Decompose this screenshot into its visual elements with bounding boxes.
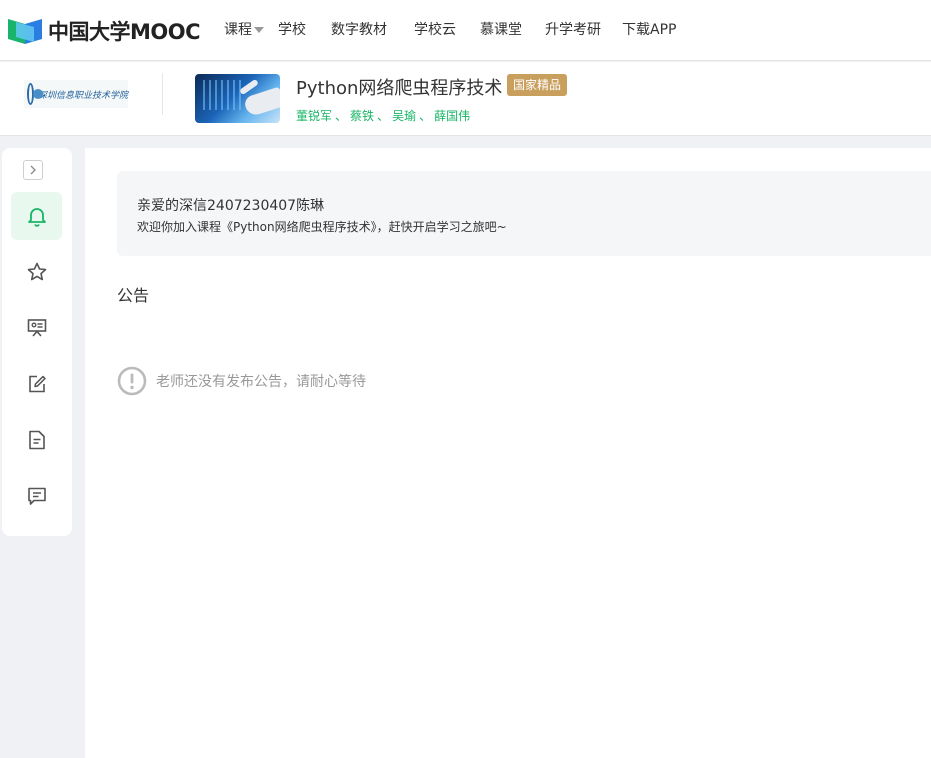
main-content: 亲爱的深信2407230407陈琳 欢迎你加入课程《Python网络爬虫程序技术… <box>85 148 931 758</box>
message-icon <box>27 487 46 505</box>
nav-item-label: 升学考研 <box>545 22 601 38</box>
teacher-link[interactable]: 吴瑜 <box>392 109 416 123</box>
thumbnail-hand <box>242 86 280 118</box>
section-title-announcements: 公告 <box>117 286 150 305</box>
presentation-icon <box>27 319 46 337</box>
sidebar-item-announcements[interactable] <box>11 192 62 240</box>
nav-item-label: 学校 <box>278 22 306 38</box>
edit-icon <box>28 375 46 393</box>
nav-item-graduate-exam[interactable]: 升学考研 <box>545 19 622 39</box>
expand-sidebar-button[interactable] <box>23 160 43 180</box>
exclamation-circle-icon <box>117 366 147 396</box>
nav-item-digital-textbooks[interactable]: 数字教材 <box>331 19 414 39</box>
logo-text: 中国大学MOOC <box>48 20 201 44</box>
empty-state-text: 老师还没有发布公告，请耐心等待 <box>156 374 366 390</box>
welcome-message: 欢迎你加入课程《Python网络爬虫程序技术》，赶快开启学习之旅吧~ <box>137 220 507 234</box>
header-divider <box>162 73 163 115</box>
chevron-right-icon <box>30 165 36 175</box>
teacher-link[interactable]: 薛国伟 <box>434 109 470 123</box>
sidebar-item-discussion[interactable] <box>11 472 62 520</box>
star-icon <box>27 262 46 281</box>
nav-item-courses[interactable]: 课程 <box>224 19 278 39</box>
bell-icon <box>27 208 46 227</box>
teacher-separator: 、 <box>335 109 348 123</box>
teacher-list: 董锐军、蔡铁、吴瑜、薛国伟 <box>296 107 470 124</box>
welcome-card: 亲爱的深信2407230407陈琳 欢迎你加入课程《Python网络爬虫程序技术… <box>117 171 931 256</box>
nav-menu: 课程 学校 数字教材 学校云 慕课堂 升学考研 下载APP <box>224 19 676 39</box>
sidebar-item-courseware[interactable] <box>11 304 62 352</box>
national-quality-badge: 国家精品 <box>507 74 568 96</box>
nav-item-label: 下载APP <box>622 22 677 38</box>
nav-item-schools[interactable]: 学校 <box>278 19 331 39</box>
sidebar-item-favorites[interactable] <box>11 248 62 296</box>
sidebar-item-tests[interactable] <box>11 360 62 408</box>
mooc-logo-icon <box>8 19 42 44</box>
thumbnail-pattern <box>203 80 241 110</box>
nav-item-download-app[interactable]: 下载APP <box>622 19 676 39</box>
teacher-separator: 、 <box>377 109 390 123</box>
nav-item-label: 学校云 <box>414 22 456 38</box>
top-navigation: 中国大学MOOC 课程 学校 数字教材 学校云 慕课堂 升学考研 下载APP <box>0 0 931 61</box>
course-sidebar <box>2 148 72 536</box>
nav-item-school-cloud[interactable]: 学校云 <box>414 19 480 39</box>
nav-item-label: 课程 <box>224 22 252 38</box>
course-header: 深圳信息职业技术学院 Python网络爬虫程序技术 国家精品 董锐军、蔡铁、吴瑜… <box>0 62 931 136</box>
welcome-greeting: 亲爱的深信2407230407陈琳 <box>137 198 325 214</box>
teacher-link[interactable]: 董锐军 <box>296 109 332 123</box>
nav-item-label: 慕课堂 <box>480 22 522 38</box>
course-thumbnail[interactable] <box>195 74 280 123</box>
empty-state: 老师还没有发布公告，请耐心等待 <box>117 366 366 396</box>
nav-item-mooc-classroom[interactable]: 慕课堂 <box>480 19 545 39</box>
caret-down-icon <box>254 27 264 33</box>
nav-item-label: 数字教材 <box>331 22 387 38</box>
sidebar-item-exams[interactable] <box>11 416 62 464</box>
mooc-logo[interactable]: 中国大学MOOC <box>8 16 201 46</box>
teacher-separator: 、 <box>419 109 432 123</box>
course-title: Python网络爬虫程序技术 <box>296 78 503 99</box>
school-logo-text: 深圳信息职业技术学院 <box>37 90 128 101</box>
teacher-link[interactable]: 蔡铁 <box>350 109 374 123</box>
document-icon <box>28 430 45 450</box>
thumbnail-finger <box>239 78 259 96</box>
school-emblem-icon <box>27 83 43 105</box>
school-logo[interactable]: 深圳信息职业技术学院 <box>24 80 128 108</box>
